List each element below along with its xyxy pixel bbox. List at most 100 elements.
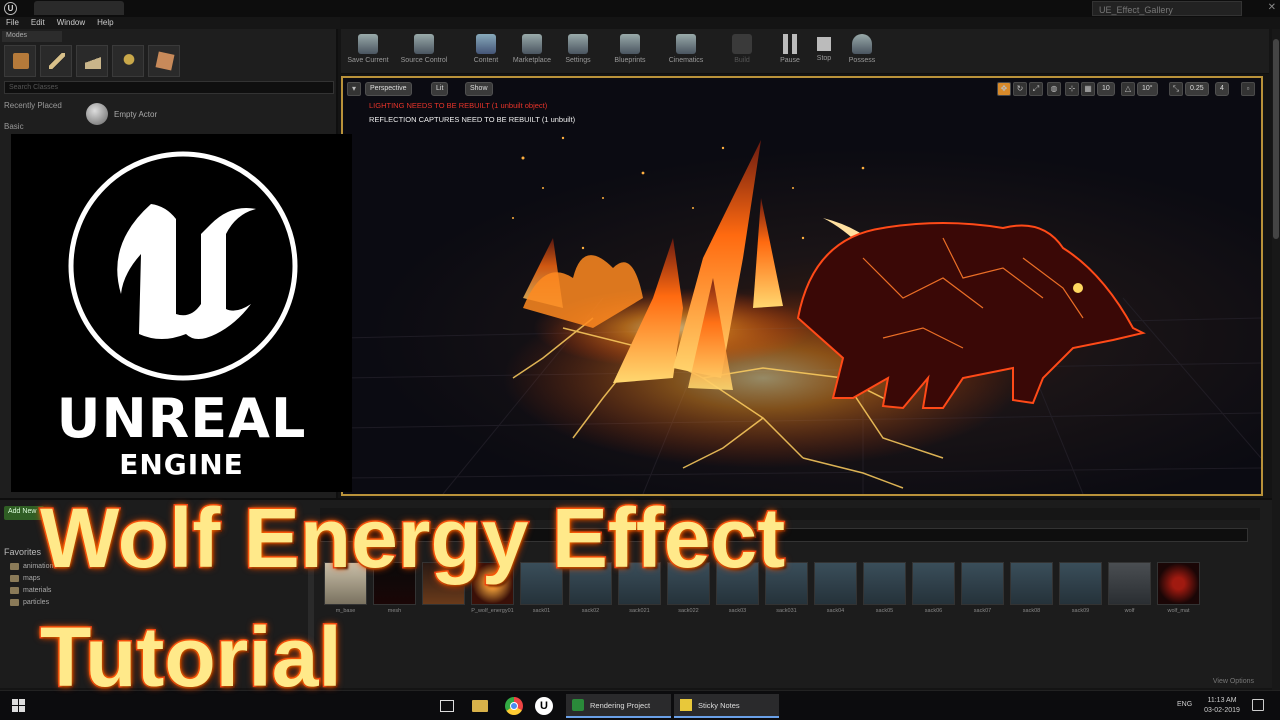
asset-thumbnail — [912, 562, 955, 605]
add-new-button[interactable]: Add New — [4, 506, 44, 520]
recently-placed-category[interactable]: Recently Placed — [4, 101, 62, 110]
menu-bar: File Edit Window Help — [0, 17, 340, 29]
asset-thumbnail — [1108, 562, 1151, 605]
content-button[interactable]: Content — [461, 32, 511, 72]
foliage-icon — [121, 53, 137, 69]
build-button[interactable]: Build — [717, 32, 767, 72]
notifications-icon[interactable] — [1252, 699, 1264, 711]
reflection-warning: REFLECTION CAPTURES NEED TO BE REBUILT (… — [369, 115, 576, 124]
asset-name: sack031 — [776, 608, 797, 614]
level-tab[interactable] — [34, 1, 124, 15]
blueprints-button[interactable]: Blueprints — [605, 32, 655, 72]
pause-icon — [783, 34, 797, 54]
asset-thumbnail — [1157, 562, 1200, 605]
asset-thumbnail — [961, 562, 1004, 605]
rotation-snap-value[interactable]: 10° — [1137, 82, 1158, 96]
level-viewport[interactable]: ▾ Perspective Lit Show ✥ ↻ ⤢ ◍ ⊹ ▦ 10 △ … — [341, 76, 1263, 496]
modes-tab[interactable]: Modes — [2, 31, 62, 42]
save-current-button[interactable]: Save Current — [343, 32, 393, 72]
asset-tile[interactable]: wolf — [1108, 562, 1151, 624]
content-icon — [476, 34, 496, 54]
task-rendering-project[interactable]: Rendering Project — [566, 694, 671, 718]
maximize-viewport-icon[interactable]: ▫ — [1241, 82, 1255, 96]
asset-name: P_wolf_energy01 — [471, 608, 514, 614]
basic-category[interactable]: Basic — [4, 122, 24, 131]
grid-snap-icon[interactable]: ▦ — [1081, 82, 1095, 96]
settings-button[interactable]: Settings — [553, 32, 603, 72]
asset-thumbnail — [814, 562, 857, 605]
place-icon — [13, 53, 29, 69]
world-space-icon[interactable]: ◍ — [1047, 82, 1061, 96]
search-classes-input[interactable]: Search Classes — [4, 81, 334, 94]
translate-icon[interactable]: ✥ — [997, 82, 1011, 96]
asset-tile[interactable]: sack05 — [863, 562, 906, 624]
unreal-engine-logo: UNREAL ENGINE — [11, 134, 352, 492]
show-button[interactable]: Show — [465, 82, 493, 96]
lit-button[interactable]: Lit — [431, 82, 449, 96]
right-scrollbar-thumb[interactable] — [1273, 39, 1279, 239]
asset-tile[interactable]: sack08 — [1010, 562, 1053, 624]
geometry-mode-button[interactable] — [148, 45, 180, 77]
clock-date: 03-02-2019 — [1204, 707, 1240, 714]
scale-snap-value[interactable]: 0.25 — [1185, 82, 1209, 96]
settings-icon — [568, 34, 588, 54]
asset-tile[interactable]: wolf_mat — [1157, 562, 1200, 624]
lighting-warning: LIGHTING NEEDS TO BE REBUILT (1 unbuilt … — [369, 101, 548, 110]
asset-tile[interactable]: sack04 — [814, 562, 857, 624]
asset-tile[interactable]: sack06 — [912, 562, 955, 624]
thumbnail-title-line1: Wolf Energy Effect — [38, 490, 786, 587]
asset-tile[interactable]: sack07 — [961, 562, 1004, 624]
marketplace-button[interactable]: Marketplace — [507, 32, 557, 72]
camera-speed[interactable]: 4 — [1215, 82, 1229, 96]
foliage-mode-button[interactable] — [112, 45, 144, 77]
windows-start-icon[interactable] — [12, 699, 26, 713]
asset-tile[interactable]: sack09 — [1059, 562, 1102, 624]
perspective-button[interactable]: Perspective — [365, 82, 412, 96]
possess-button[interactable]: Possess — [837, 32, 887, 72]
menu-window[interactable]: Window — [57, 17, 85, 29]
paint-mode-button[interactable] — [40, 45, 72, 77]
asset-name: sack07 — [973, 608, 992, 614]
marketplace-icon — [522, 34, 542, 54]
task-sticky-notes[interactable]: Sticky Notes — [674, 694, 779, 718]
rotate-icon[interactable]: ↻ — [1013, 82, 1027, 96]
task-view-icon[interactable] — [440, 700, 454, 712]
rotation-snap-icon[interactable]: △ — [1121, 82, 1135, 96]
cinematics-button[interactable]: Cinematics — [661, 32, 711, 72]
landscape-icon — [85, 53, 101, 69]
system-clock[interactable]: 11:13 AM 03-02-2019 — [1202, 696, 1242, 716]
scale-icon[interactable]: ⤢ — [1029, 82, 1043, 96]
favorites-label[interactable]: Favorites — [4, 547, 41, 557]
menu-edit[interactable]: Edit — [31, 17, 45, 29]
window-title-bar: U UE_Effect_Gallery ✕ — [0, 0, 1280, 17]
input-language[interactable]: ENG — [1177, 701, 1192, 708]
chrome-icon[interactable] — [505, 697, 523, 715]
menu-file[interactable]: File — [6, 17, 19, 29]
close-icon[interactable]: ✕ — [1268, 2, 1276, 13]
asset-name: sack09 — [1071, 608, 1090, 614]
rendering-project-icon — [572, 699, 584, 711]
surface-snap-icon[interactable]: ⊹ — [1065, 82, 1079, 96]
folder-icon — [10, 586, 19, 594]
view-options-button[interactable]: View Options — [1213, 678, 1254, 685]
viewport-scene — [343, 136, 1261, 494]
thumbnail-title-line2: Tutorial — [39, 609, 344, 706]
unreal-logo-icon — [68, 151, 298, 381]
unreal-taskbar-icon[interactable]: U — [535, 697, 553, 715]
folder-icon — [10, 574, 19, 582]
source-control-button[interactable]: Source Control — [399, 32, 449, 72]
asset-thumbnail — [1010, 562, 1053, 605]
file-explorer-icon[interactable] — [472, 700, 488, 712]
menu-help[interactable]: Help — [97, 17, 113, 29]
right-scrollbar[interactable] — [1272, 29, 1280, 701]
viewport-options-icon[interactable]: ▾ — [347, 82, 361, 96]
landscape-mode-button[interactable] — [76, 45, 108, 77]
empty-actor-label[interactable]: Empty Actor — [114, 110, 157, 119]
asset-name: sack02 — [581, 608, 600, 614]
empty-actor-icon[interactable] — [86, 103, 108, 125]
grid-snap-value[interactable]: 10 — [1097, 82, 1115, 96]
asset-thumbnail — [863, 562, 906, 605]
scale-snap-icon[interactable]: ⤡ — [1169, 82, 1183, 96]
asset-name: sack01 — [532, 608, 551, 614]
place-mode-button[interactable] — [4, 45, 36, 77]
